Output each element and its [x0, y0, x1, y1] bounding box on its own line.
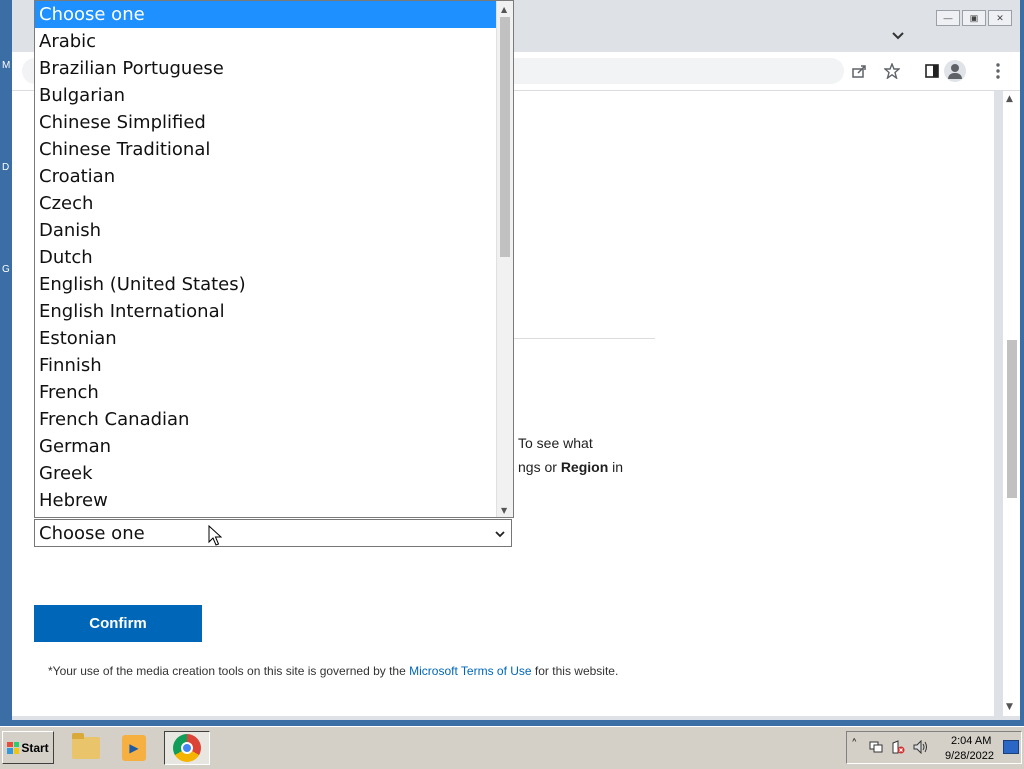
star-icon[interactable]	[882, 61, 902, 81]
side-panel-icon[interactable]	[922, 61, 942, 81]
dropdown-option[interactable]: Finnish	[35, 352, 513, 379]
start-label: Start	[21, 740, 49, 755]
system-tray: ˄ 2:04 AM 9/28/2022	[846, 731, 1022, 764]
dropdown-option[interactable]: Danish	[35, 217, 513, 244]
scrollbar-thumb[interactable]	[500, 17, 510, 257]
dropdown-scrollbar[interactable]: ▲ ▼	[496, 1, 513, 517]
network-icon[interactable]	[869, 740, 883, 758]
dropdown-option[interactable]: Czech	[35, 190, 513, 217]
terms-notice: *Your use of the media creation tools on…	[48, 664, 619, 678]
window-controls: — ▣ ✕	[936, 10, 1012, 26]
scrollbar-thumb[interactable]	[1007, 340, 1017, 498]
dropdown-option[interactable]: Hebrew	[35, 487, 513, 514]
language-select-value: Choose one	[39, 523, 145, 544]
dropdown-option[interactable]: Arabic	[35, 28, 513, 55]
confirm-button[interactable]: Confirm	[34, 605, 202, 642]
dropdown-option[interactable]: Chinese Simplified	[35, 109, 513, 136]
dropdown-option[interactable]: Brazilian Portuguese	[35, 55, 513, 82]
menu-icon[interactable]	[988, 61, 1008, 81]
mouse-cursor-icon	[208, 525, 222, 546]
restore-button[interactable]: ▣	[962, 10, 986, 26]
dropdown-option[interactable]: French	[35, 379, 513, 406]
dropdown-option[interactable]: French Canadian	[35, 406, 513, 433]
action-center-icon[interactable]	[891, 740, 905, 758]
chevron-down-icon[interactable]	[892, 30, 904, 43]
dropdown-option[interactable]: English International	[35, 298, 513, 325]
terms-of-use-link[interactable]: Microsoft Terms of Use	[409, 664, 531, 678]
dropdown-option[interactable]: Bulgarian	[35, 82, 513, 109]
scroll-down-icon[interactable]: ▼	[501, 506, 507, 515]
dropdown-option[interactable]: Croatian	[35, 163, 513, 190]
minimize-button[interactable]: —	[936, 10, 960, 26]
scroll-up-icon[interactable]: ▲	[1006, 94, 1013, 104]
desktop-icon-label: G	[2, 264, 10, 275]
scroll-up-icon[interactable]: ▲	[501, 5, 507, 14]
body-text-line: ngs or Region in	[518, 459, 624, 475]
clock-date[interactable]: 9/28/2022	[945, 750, 994, 762]
dropdown-option[interactable]: Dutch	[35, 244, 513, 271]
dropdown-option[interactable]: English (United States)	[35, 271, 513, 298]
start-button[interactable]: Start	[2, 731, 54, 764]
dropdown-option[interactable]: Greek	[35, 460, 513, 487]
language-dropdown-list[interactable]: Choose one Arabic Brazilian Portuguese Bulg…	[34, 0, 514, 518]
profile-icon[interactable]	[944, 60, 966, 82]
show-desktop-icon[interactable]	[1003, 740, 1019, 754]
section-divider	[512, 338, 655, 339]
media-player-icon[interactable]: ▶	[116, 731, 152, 765]
clock-time[interactable]: 2:04 AM	[951, 735, 991, 747]
chrome-icon[interactable]	[164, 731, 210, 765]
volume-icon[interactable]	[913, 739, 929, 758]
page-scrollbar[interactable]: ▲ ▼	[1003, 91, 1020, 716]
desktop-icon-label: D	[2, 162, 10, 173]
show-hidden-icons-icon[interactable]: ˄	[851, 738, 858, 753]
folder-icon[interactable]	[68, 731, 104, 765]
dropdown-option[interactable]: Choose one	[35, 1, 513, 28]
chevron-down-icon	[495, 520, 505, 558]
body-text-line: To see what	[518, 435, 593, 451]
windows-logo-icon	[7, 741, 20, 754]
share-icon[interactable]	[850, 61, 870, 81]
taskbar: Start ▶ ˄ 2:04 AM 9/28/2022	[0, 726, 1024, 769]
scroll-down-icon[interactable]: ▼	[1006, 702, 1013, 712]
dropdown-option[interactable]: Chinese Traditional	[35, 136, 513, 163]
desktop-icon-label: M	[2, 60, 11, 71]
dropdown-option[interactable]: Estonian	[35, 325, 513, 352]
dropdown-option[interactable]: German	[35, 433, 513, 460]
language-select[interactable]: Choose one	[34, 519, 512, 547]
close-button[interactable]: ✕	[988, 10, 1012, 26]
